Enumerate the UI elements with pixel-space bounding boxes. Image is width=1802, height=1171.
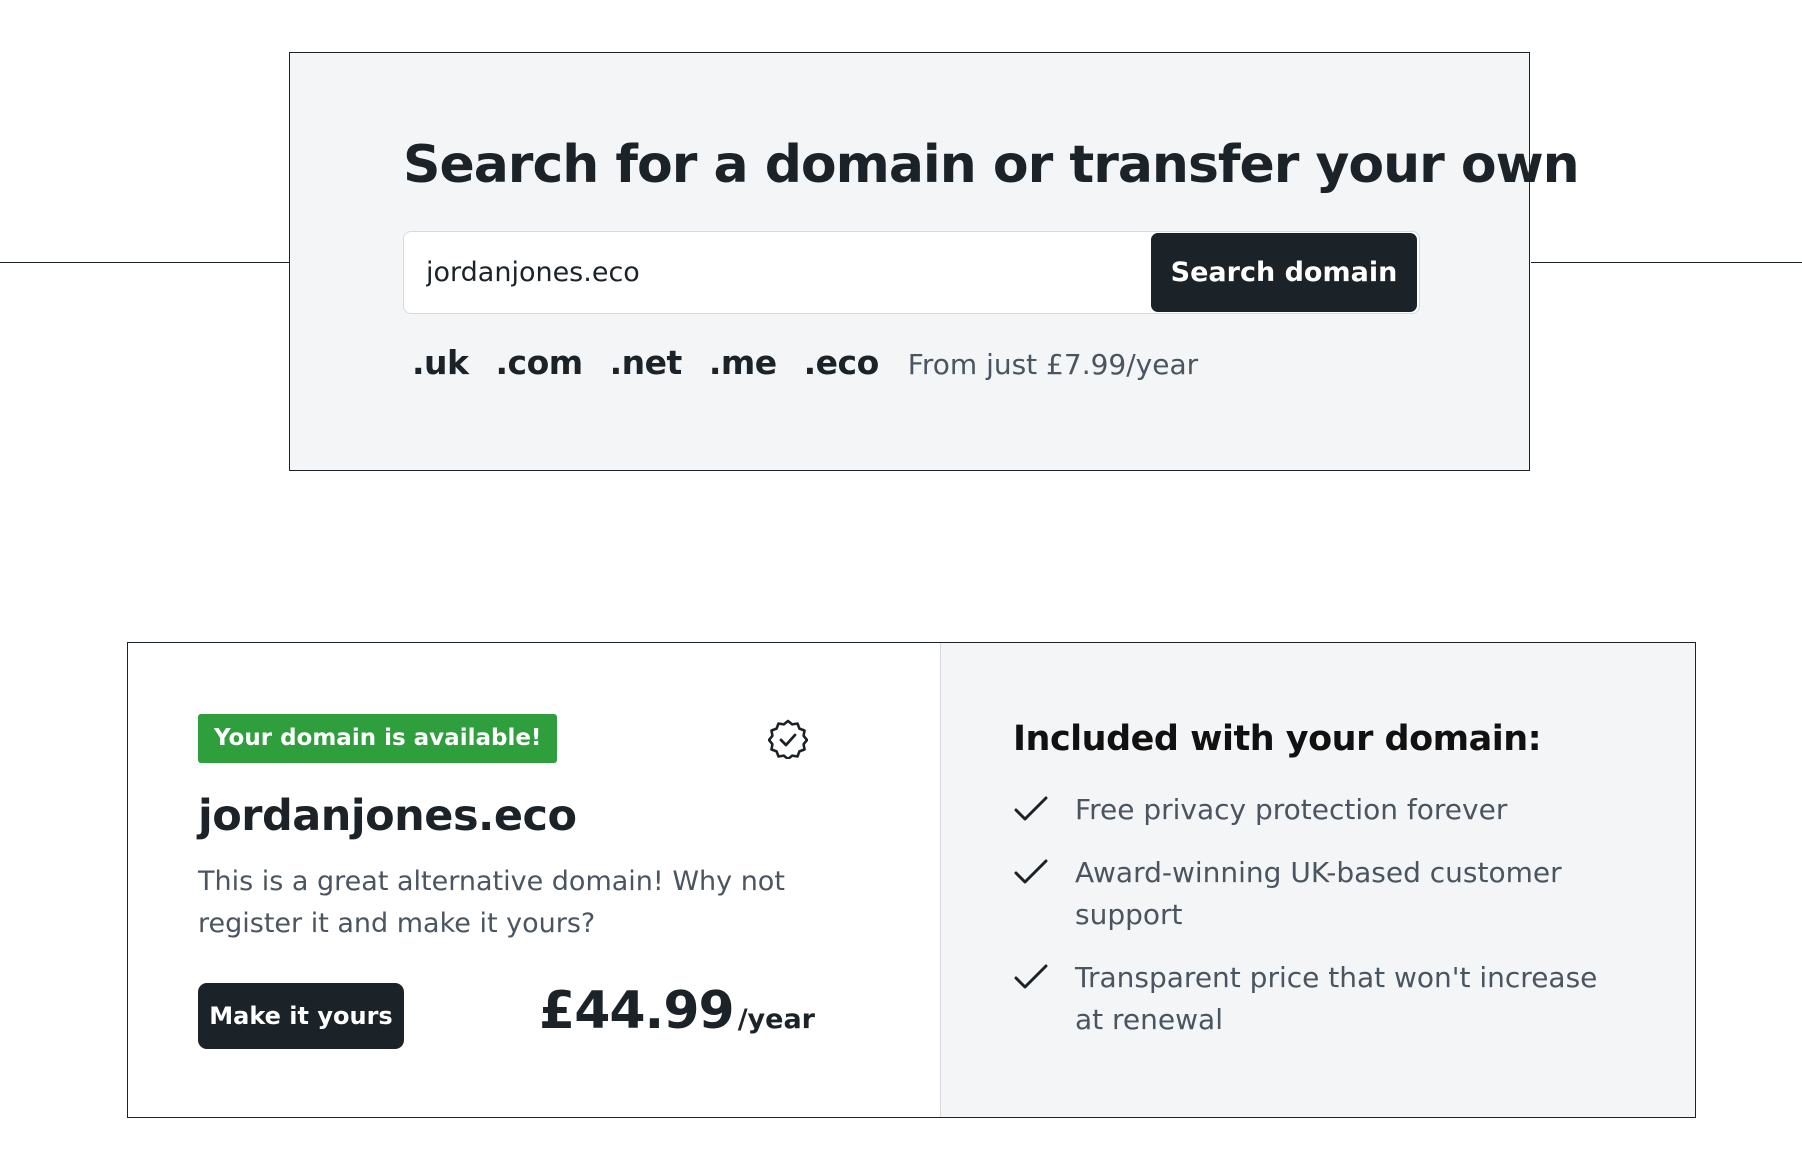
feature-text: Award-winning UK-based customer support [1075, 856, 1562, 931]
search-title: Search for a domain or transfer your own [403, 135, 1580, 195]
check-icon [1014, 859, 1048, 884]
make-it-yours-button[interactable]: Make it yours [198, 983, 404, 1049]
domain-search-input[interactable] [404, 232, 1154, 313]
verified-badge-icon [768, 719, 808, 759]
feature-text: Transparent price that won't increase at… [1075, 961, 1598, 1036]
feature-item: Transparent price that won't increase at… [1013, 957, 1633, 1041]
feature-item: Free privacy protection forever [1013, 789, 1633, 831]
tld-uk: .uk [412, 343, 469, 382]
tld-net: .net [609, 343, 683, 382]
availability-badge: Your domain is available! [198, 714, 558, 763]
price-amount: £44.99 [539, 981, 735, 1041]
feature-list: Free privacy protection forever Award-wi… [1013, 789, 1633, 1062]
check-icon [1014, 964, 1048, 989]
included-title: Included with your domain: [1013, 719, 1542, 759]
domain-result-card: Your domain is available! jordanjones.ec… [127, 642, 1696, 1118]
feature-item: Award-winning UK-based customer support [1013, 852, 1633, 936]
search-box: Search domain [403, 231, 1420, 314]
domain-description: This is a great alternative domain! Why … [198, 866, 785, 939]
domain-price: £44.99 /year [539, 981, 815, 1041]
divider-line-left [0, 262, 289, 263]
tld-price-note: From just £7.99/year [907, 348, 1199, 381]
divider-line-right [1531, 262, 1802, 263]
tld-com: .com [495, 343, 583, 382]
search-domain-button[interactable]: Search domain [1151, 233, 1417, 312]
check-icon [1014, 796, 1048, 821]
available-domain-name: jordanjones.eco [198, 791, 577, 841]
included-features-panel: Included with your domain: Free privacy … [941, 643, 1695, 1117]
feature-text: Free privacy protection forever [1075, 793, 1508, 826]
domain-search-panel: Search for a domain or transfer your own… [289, 52, 1580, 471]
tld-eco: .eco [803, 343, 880, 382]
price-period: /year [737, 1004, 815, 1035]
tld-list: .uk .com .net .me .eco From just £7.99/y… [412, 343, 1198, 382]
tld-me: .me [708, 343, 777, 382]
result-summary: Your domain is available! jordanjones.ec… [128, 643, 941, 1117]
